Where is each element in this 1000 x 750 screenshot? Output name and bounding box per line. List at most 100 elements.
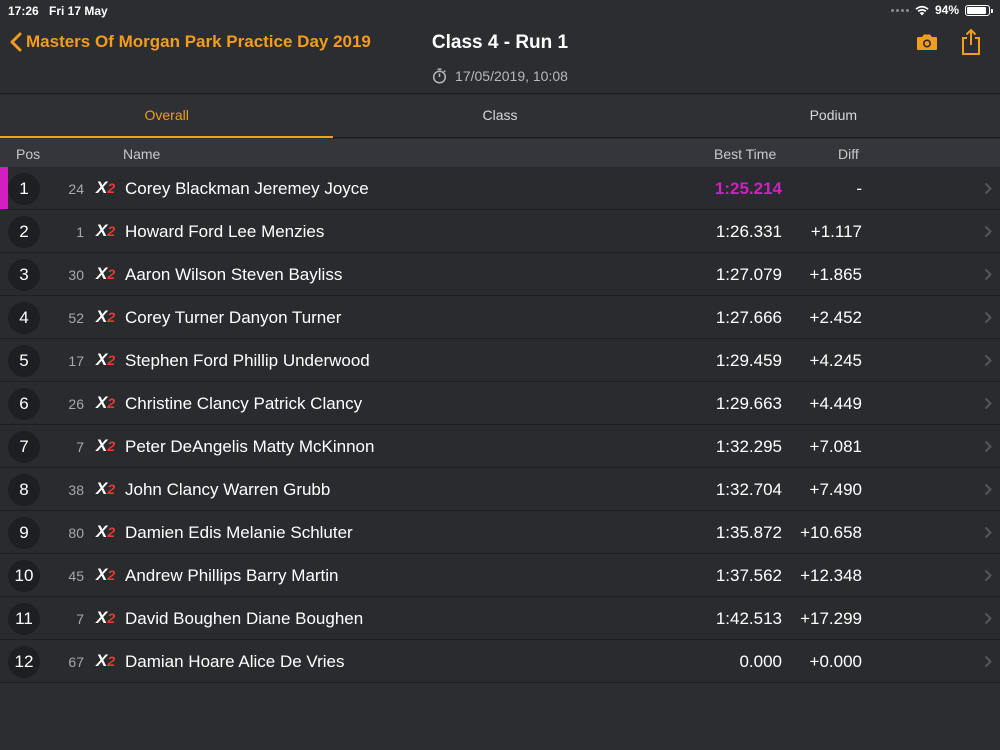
chevron-right-icon (984, 225, 992, 238)
x2-logo-icon: X2 (96, 479, 116, 498)
result-row[interactable]: 9 80 X2 Damien Edis Melanie Schluter 1:3… (0, 511, 1000, 554)
back-button[interactable]: Masters Of Morgan Park Practice Day 2019 (10, 32, 371, 52)
driver-names: David Boughen Diane Boughen (125, 609, 364, 628)
x2-logo-icon: X2 (96, 264, 116, 283)
position-badge: 12 (8, 646, 40, 678)
result-row[interactable]: 12 67 X2 Damian Hoare Alice De Vries 0.0… (0, 640, 1000, 683)
position-badge: 1 (8, 173, 40, 205)
position-badge: 7 (8, 431, 40, 463)
tab-bar: Overall Class Podium (0, 95, 1000, 138)
chevron-right-icon (984, 612, 992, 625)
share-icon[interactable] (960, 28, 982, 61)
status-time: 17:26 (8, 4, 39, 18)
best-time: 1:42.513 (715, 609, 782, 628)
best-time: 1:35.872 (715, 523, 782, 542)
car-number: 80 (68, 525, 84, 541)
chevron-left-icon (10, 32, 22, 52)
result-row[interactable]: 10 45 X2 Andrew Phillips Barry Martin 1:… (0, 554, 1000, 597)
time-diff: +4.245 (809, 351, 862, 370)
result-row[interactable]: 5 17 X2 Stephen Ford Phillip Underwood 1… (0, 339, 1000, 382)
x2-logo-icon: X2 (96, 565, 116, 584)
chevron-right-icon (984, 311, 992, 324)
time-diff: +2.452 (809, 308, 862, 327)
results-list: 1 24 X2 Corey Blackman Jeremey Joyce 1:2… (0, 167, 1000, 683)
chevron-right-icon (984, 354, 992, 367)
driver-names: Aaron Wilson Steven Bayliss (125, 265, 343, 284)
chevron-right-icon (984, 397, 992, 410)
result-row[interactable]: 3 30 X2 Aaron Wilson Steven Bayliss 1:27… (0, 253, 1000, 296)
time-diff: +7.081 (809, 437, 862, 456)
time-diff: +4.449 (809, 394, 862, 413)
x2-logo-icon: X2 (96, 522, 116, 541)
chevron-right-icon (984, 569, 992, 582)
time-diff: +7.490 (809, 480, 862, 499)
result-row[interactable]: 8 38 X2 John Clancy Warren Grubb 1:32.70… (0, 468, 1000, 511)
back-label: Masters Of Morgan Park Practice Day 2019 (26, 32, 371, 51)
chevron-right-icon (984, 526, 992, 539)
car-number: 30 (68, 267, 84, 283)
best-time: 1:26.331 (715, 222, 782, 241)
x2-logo-icon: X2 (96, 178, 116, 197)
x2-logo-icon: X2 (96, 307, 116, 326)
chevron-right-icon (984, 483, 992, 496)
x2-logo-icon: X2 (96, 350, 116, 369)
result-row[interactable]: 7 7 X2 Peter DeAngelis Matty McKinnon 1:… (0, 425, 1000, 468)
status-bar: 17:26 Fri 17 May 94% (0, 0, 1000, 20)
car-number: 1 (76, 224, 84, 240)
session-datetime-text: 17/05/2019, 10:08 (455, 68, 568, 84)
x2-logo-icon: X2 (96, 608, 116, 627)
tab-class[interactable]: Class (333, 95, 666, 137)
best-time: 0.000 (739, 652, 782, 671)
chevron-right-icon (984, 440, 992, 453)
position-badge: 8 (8, 474, 40, 506)
car-number: 7 (76, 439, 84, 455)
status-right: 94% (890, 3, 993, 17)
x2-logo-icon: X2 (96, 393, 116, 412)
tab-podium[interactable]: Podium (667, 95, 1000, 137)
battery-percent: 94% (934, 3, 959, 17)
time-diff: +12.348 (800, 566, 862, 585)
tab-overall[interactable]: Overall (0, 95, 334, 138)
result-row[interactable]: 11 7 X2 David Boughen Diane Boughen 1:42… (0, 597, 1000, 640)
result-row[interactable]: 4 52 X2 Corey Turner Danyon Turner 1:27.… (0, 296, 1000, 339)
car-number: 17 (68, 353, 84, 369)
best-time: 1:27.079 (715, 265, 782, 284)
best-time: 1:29.459 (715, 351, 782, 370)
x2-logo-icon: X2 (96, 221, 116, 240)
result-row[interactable]: 1 24 X2 Corey Blackman Jeremey Joyce 1:2… (0, 167, 1000, 210)
header-best-time: Best Time (714, 146, 777, 162)
car-number: 24 (68, 181, 84, 197)
car-number: 26 (68, 396, 84, 412)
battery-icon (965, 4, 993, 16)
car-number: 38 (68, 482, 84, 498)
position-badge: 11 (8, 603, 40, 635)
chevron-right-icon (984, 268, 992, 281)
driver-names: Howard Ford Lee Menzies (125, 222, 325, 241)
position-badge: 9 (8, 517, 40, 549)
car-number: 7 (76, 611, 84, 627)
result-row[interactable]: 6 26 X2 Christine Clancy Patrick Clancy … (0, 382, 1000, 425)
signal-icon (890, 8, 909, 12)
car-number: 45 (68, 568, 84, 584)
driver-names: Peter DeAngelis Matty McKinnon (125, 437, 375, 456)
position-badge: 10 (8, 560, 40, 592)
driver-names: Andrew Phillips Barry Martin (125, 566, 339, 585)
chevron-right-icon (984, 182, 992, 195)
driver-names: Christine Clancy Patrick Clancy (125, 394, 363, 413)
driver-names: Damien Edis Melanie Schluter (125, 523, 353, 542)
position-badge: 5 (8, 345, 40, 377)
wifi-icon (915, 5, 929, 16)
header-pos: Pos (16, 146, 41, 162)
best-time: 1:32.704 (715, 480, 782, 499)
best-time: 1:37.562 (715, 566, 782, 585)
result-row[interactable]: 2 1 X2 Howard Ford Lee Menzies 1:26.331 … (0, 210, 1000, 253)
best-time: 1:27.666 (715, 308, 782, 327)
stopwatch-icon (432, 68, 447, 84)
header-name: Name (123, 146, 161, 162)
header-diff: Diff (838, 146, 859, 162)
camera-icon[interactable] (916, 33, 938, 56)
nav-actions (916, 28, 982, 61)
driver-names: Corey Blackman Jeremey Joyce (125, 179, 369, 198)
chevron-right-icon (984, 655, 992, 668)
driver-names: Stephen Ford Phillip Underwood (125, 351, 370, 370)
